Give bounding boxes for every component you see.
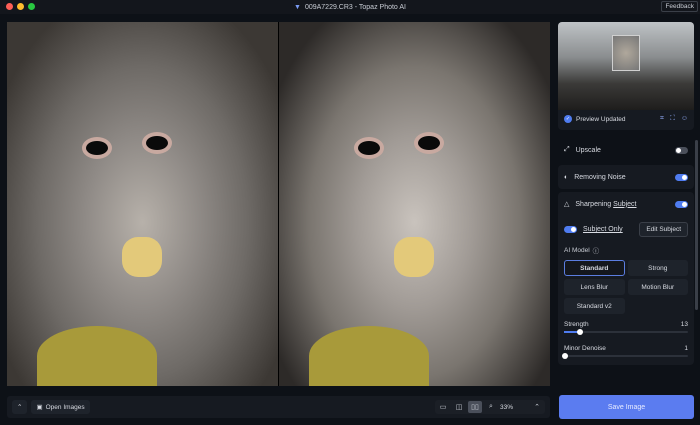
settings-panel: ✓ Preview Updated ⌗ ⛶ ☺ ⤢ Upscale ◐ Removing… xyxy=(558,22,694,365)
check-icon: ✓ xyxy=(564,115,572,123)
remove-noise-row[interactable]: ◐ Removing Noise xyxy=(558,165,694,189)
model-standard[interactable]: Standard xyxy=(564,260,625,276)
model-motion-blur[interactable]: Motion Blur xyxy=(627,279,688,295)
crop-icon[interactable]: ⌗ xyxy=(660,115,664,123)
strength-handle[interactable] xyxy=(577,329,584,335)
monkey-eye xyxy=(354,137,384,159)
minor-denoise-label: Minor Denoise xyxy=(564,345,606,352)
zoom-level[interactable]: 33% xyxy=(500,404,528,411)
panel-scrollbar[interactable] xyxy=(695,140,698,310)
face-icon[interactable]: ☺ xyxy=(681,115,688,123)
food xyxy=(122,237,162,277)
sharpen-card: △ Sharpening Subject Subject Only Edit S… xyxy=(558,192,694,365)
preview-status: Preview Updated xyxy=(576,115,626,123)
open-images-button[interactable]: ▣ Open Images xyxy=(31,400,90,414)
upscale-label: Upscale xyxy=(575,146,601,154)
app-logo-icon: ▼ xyxy=(294,3,301,11)
window-title: 009A7229.CR3 - Topaz Photo AI xyxy=(304,3,406,11)
chevron-up-icon[interactable]: ⌃ xyxy=(530,401,544,413)
sharpen-icon: △ xyxy=(564,201,570,208)
monkey-body xyxy=(309,326,429,386)
monkey-eye xyxy=(414,132,444,154)
sharpen-toggle[interactable] xyxy=(675,200,688,208)
minimize-window-button[interactable] xyxy=(17,3,24,10)
monkey-body xyxy=(37,326,157,386)
strength-slider[interactable]: Strength 13 xyxy=(558,317,694,335)
sharpen-row[interactable]: △ Sharpening Subject xyxy=(558,192,694,216)
sharpen-subject-link[interactable]: Subject xyxy=(613,201,636,208)
window-controls[interactable] xyxy=(6,3,35,10)
chevron-up-icon: ⌃ xyxy=(17,404,23,411)
minor-denoise-handle[interactable] xyxy=(562,353,569,359)
remove-noise-toggle[interactable] xyxy=(675,173,688,181)
processed-image[interactable] xyxy=(279,22,550,386)
edit-subject-button[interactable]: Edit Subject xyxy=(639,222,688,237)
monkey-eye xyxy=(142,132,172,154)
title-bar: ▼ 009A7229.CR3 - Topaz Photo AI Feedback xyxy=(0,0,700,14)
strength-value: 13 xyxy=(680,321,688,328)
ai-model-label: AI Model xyxy=(564,246,590,254)
upscale-icon: ⤢ xyxy=(564,146,570,153)
upscale-toggle[interactable] xyxy=(675,146,688,154)
viewport-box[interactable] xyxy=(612,35,640,71)
open-images-label: Open Images xyxy=(45,403,85,411)
bottom-toolbar: ⌃ ▣ Open Images ▭ ◫ ▯▯ ⌕ 33% ⌃ xyxy=(7,396,550,418)
model-standard-v2[interactable]: Standard v2 xyxy=(564,298,625,314)
split-view-icon[interactable]: ◫ xyxy=(452,401,466,413)
original-image[interactable] xyxy=(7,22,278,386)
expand-filmstrip-button[interactable]: ⌃ xyxy=(12,400,28,414)
model-options: Standard Strong Lens Blur Motion Blur St… xyxy=(558,257,694,317)
subject-only-toggle[interactable] xyxy=(564,226,577,233)
fullscreen-icon[interactable]: ⛶ xyxy=(670,115,675,123)
close-window-button[interactable] xyxy=(6,3,13,10)
comparison-view[interactable] xyxy=(7,22,550,386)
upscale-row[interactable]: ⤢ Upscale xyxy=(558,138,694,162)
food xyxy=(394,237,434,277)
zoom-icon[interactable]: ⌕ xyxy=(484,401,498,413)
feedback-button[interactable]: Feedback xyxy=(661,1,698,12)
preview-thumbnail[interactable] xyxy=(558,22,694,110)
monkey-eye xyxy=(82,137,112,159)
navigator-preview[interactable]: ✓ Preview Updated ⌗ ⛶ ☺ xyxy=(558,22,694,130)
strength-label: Strength xyxy=(564,321,589,328)
single-view-icon[interactable]: ▭ xyxy=(436,401,450,413)
maximize-window-button[interactable] xyxy=(28,3,35,10)
model-lens-blur[interactable]: Lens Blur xyxy=(564,279,625,295)
minor-denoise-slider[interactable]: Minor Denoise 1 xyxy=(558,341,694,359)
remove-noise-label: Removing Noise xyxy=(574,173,626,181)
model-strong[interactable]: Strong xyxy=(627,260,688,276)
save-image-button[interactable]: Save Image xyxy=(559,395,694,419)
noise-icon: ◐ xyxy=(564,173,569,181)
folder-icon: ▣ xyxy=(36,404,43,411)
info-icon[interactable]: ⓘ xyxy=(593,245,600,255)
side-by-side-view-icon[interactable]: ▯▯ xyxy=(468,401,482,413)
minor-denoise-value: 1 xyxy=(684,345,688,352)
subject-only-label[interactable]: Subject Only xyxy=(583,226,623,233)
sharpen-label: Sharpening xyxy=(575,200,614,208)
